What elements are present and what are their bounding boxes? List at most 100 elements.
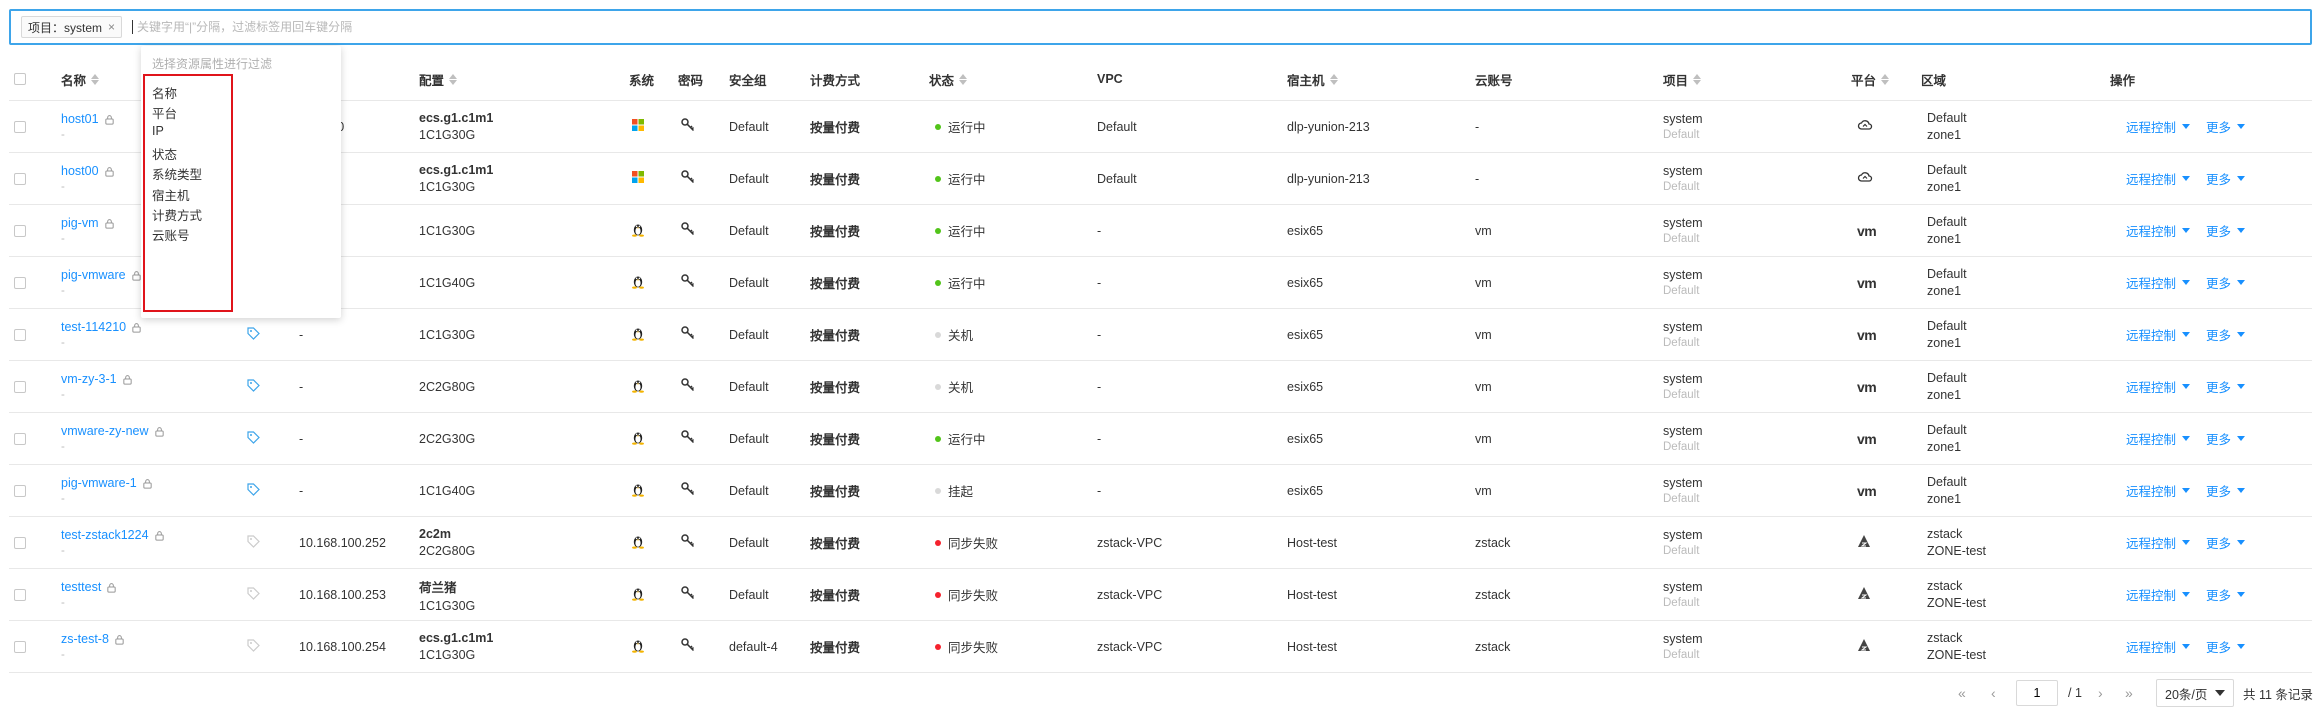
col-config[interactable]: 配置 <box>419 58 458 100</box>
remote-control-button[interactable]: 远程控制 <box>2126 117 2191 136</box>
dropdown-item[interactable]: 系统类型 <box>152 164 202 183</box>
first-page-button[interactable]: « <box>1958 685 1966 701</box>
row-checkbox[interactable] <box>14 588 26 601</box>
key-icon[interactable] <box>680 221 696 240</box>
key-icon[interactable] <box>680 377 696 396</box>
key-icon[interactable] <box>680 325 696 344</box>
remote-control-button[interactable]: 远程控制 <box>2126 637 2191 656</box>
server-name-link[interactable]: zs-test-8 <box>61 632 109 646</box>
row-checkbox[interactable] <box>14 276 26 289</box>
more-button[interactable]: 更多 <box>2206 481 2246 500</box>
server-name-link[interactable]: pig-vmware <box>61 268 126 282</box>
account-cell: vm <box>1475 465 1492 516</box>
row-checkbox[interactable] <box>14 380 26 393</box>
more-button[interactable]: 更多 <box>2206 533 2246 552</box>
remote-control-button[interactable]: 远程控制 <box>2126 533 2191 552</box>
table-row[interactable]: vm-zy-3-1 - - 2C2G80G Default 按量付费 关机 - … <box>9 361 2312 413</box>
server-name-link[interactable]: test-114210 <box>61 320 126 334</box>
dropdown-item[interactable]: 宿主机 <box>152 185 190 204</box>
sort-icon[interactable] <box>449 73 458 85</box>
server-name-link[interactable]: testtest <box>61 580 101 594</box>
server-name-link[interactable]: host00 <box>61 164 99 178</box>
row-checkbox[interactable] <box>14 484 26 497</box>
server-name-link[interactable]: pig-vmware-1 <box>61 476 137 490</box>
more-button[interactable]: 更多 <box>2206 169 2246 188</box>
next-page-button[interactable]: › <box>2098 685 2103 701</box>
more-button[interactable]: 更多 <box>2206 377 2246 396</box>
more-button[interactable]: 更多 <box>2206 221 2246 240</box>
remote-control-button[interactable]: 远程控制 <box>2126 429 2191 448</box>
remote-control-button[interactable]: 远程控制 <box>2126 377 2191 396</box>
row-checkbox[interactable] <box>14 172 26 185</box>
sort-icon[interactable] <box>91 73 100 85</box>
table-row[interactable]: pig-vm - 1C1G30G Default 按量付费 运行中 - esix… <box>9 205 2312 257</box>
project-domain: Default <box>1663 233 1700 245</box>
row-checkbox[interactable] <box>14 640 26 653</box>
row-checkbox[interactable] <box>14 224 26 237</box>
key-icon[interactable] <box>680 429 696 448</box>
sort-icon[interactable] <box>1329 73 1338 85</box>
server-name-link[interactable]: host01 <box>61 112 99 126</box>
more-button[interactable]: 更多 <box>2206 325 2246 344</box>
remote-control-button[interactable]: 远程控制 <box>2126 585 2191 604</box>
table-row[interactable]: vmware-zy-new - - 2C2G30G Default 按量付费 运… <box>9 413 2312 465</box>
table-row[interactable]: pig-vmware - 1C1G40G Default 按量付费 运行中 - … <box>9 257 2312 309</box>
last-page-button[interactable]: » <box>2125 685 2133 701</box>
table-row[interactable]: host00 - 194.99 ecs.g1.c1m11C1G30G Defau… <box>9 153 2312 205</box>
server-name-link[interactable]: vmware-zy-new <box>61 424 149 438</box>
table-row[interactable]: zs-test-8 - 10.168.100.254 ecs.g1.c1m1 1C… <box>9 621 2312 673</box>
col-platform[interactable]: 平台 <box>1851 58 1890 100</box>
col-status[interactable]: 状态 <box>929 58 968 100</box>
remote-control-button[interactable]: 远程控制 <box>2126 169 2191 188</box>
select-all-checkbox[interactable] <box>14 73 26 85</box>
row-checkbox[interactable] <box>14 328 26 341</box>
key-icon[interactable] <box>680 637 696 656</box>
remote-control-button[interactable]: 远程控制 <box>2126 221 2191 240</box>
remote-control-button[interactable]: 远程控制 <box>2126 481 2191 500</box>
page-size-select[interactable]: 20条/页 <box>2156 679 2235 707</box>
key-icon[interactable] <box>680 169 696 188</box>
table-row[interactable]: host01 - 194.100 ecs.g1.c1m11C1G30G Defa… <box>9 101 2312 153</box>
row-checkbox[interactable] <box>14 432 26 445</box>
table-row[interactable]: test-114210 - - 1C1G30G Default 按量付费 关机 … <box>9 309 2312 361</box>
row-checkbox[interactable] <box>14 120 26 133</box>
table-row[interactable]: pig-vmware-1 - - 1C1G40G Default 按量付费 挂起… <box>9 465 2312 517</box>
key-icon[interactable] <box>680 481 696 500</box>
key-icon[interactable] <box>680 117 696 136</box>
dropdown-item[interactable]: 云账号 <box>152 225 190 244</box>
more-button[interactable]: 更多 <box>2206 117 2246 136</box>
dropdown-item[interactable]: 状态 <box>152 144 177 163</box>
dropdown-item[interactable]: IP <box>152 124 164 138</box>
filter-search-bar[interactable]: 项目：system × <box>9 9 2312 45</box>
server-name-link[interactable]: test-zstack1224 <box>61 528 149 542</box>
remote-control-button[interactable]: 远程控制 <box>2126 325 2191 344</box>
sort-icon[interactable] <box>959 73 968 85</box>
table-row[interactable]: test-zstack1224 - 10.168.100.252 2c2m 2C2… <box>9 517 2312 569</box>
col-host[interactable]: 宿主机 <box>1287 58 1338 100</box>
search-input[interactable] <box>135 19 740 35</box>
more-button[interactable]: 更多 <box>2206 585 2246 604</box>
server-name-link[interactable]: vm-zy-3-1 <box>61 372 117 386</box>
remote-control-button[interactable]: 远程控制 <box>2126 273 2191 292</box>
key-icon[interactable] <box>680 273 696 292</box>
sort-icon[interactable] <box>1881 73 1890 85</box>
col-project[interactable]: 项目 <box>1663 58 1702 100</box>
dropdown-item[interactable]: 平台 <box>152 103 177 122</box>
key-icon[interactable] <box>680 533 696 552</box>
more-button[interactable]: 更多 <box>2206 637 2246 656</box>
page-number-input[interactable] <box>2016 680 2058 706</box>
more-button[interactable]: 更多 <box>2206 273 2246 292</box>
dropdown-item[interactable]: 名称 <box>152 83 177 102</box>
filter-tag-project[interactable]: 项目：system × <box>21 16 123 38</box>
billing-value: 按量付费 <box>810 329 861 343</box>
more-button[interactable]: 更多 <box>2206 429 2246 448</box>
close-icon[interactable]: × <box>108 20 115 34</box>
row-checkbox[interactable] <box>14 536 26 549</box>
key-icon[interactable] <box>680 585 696 604</box>
col-name[interactable]: 名称 <box>61 58 100 100</box>
table-row[interactable]: testtest - 10.168.100.253 荷兰猪 1C1G30G Def… <box>9 569 2312 621</box>
server-name-link[interactable]: pig-vm <box>61 216 99 230</box>
dropdown-item[interactable]: 计费方式 <box>152 205 202 224</box>
prev-page-button[interactable]: ‹ <box>1991 685 1996 701</box>
sort-icon[interactable] <box>1693 73 1702 85</box>
